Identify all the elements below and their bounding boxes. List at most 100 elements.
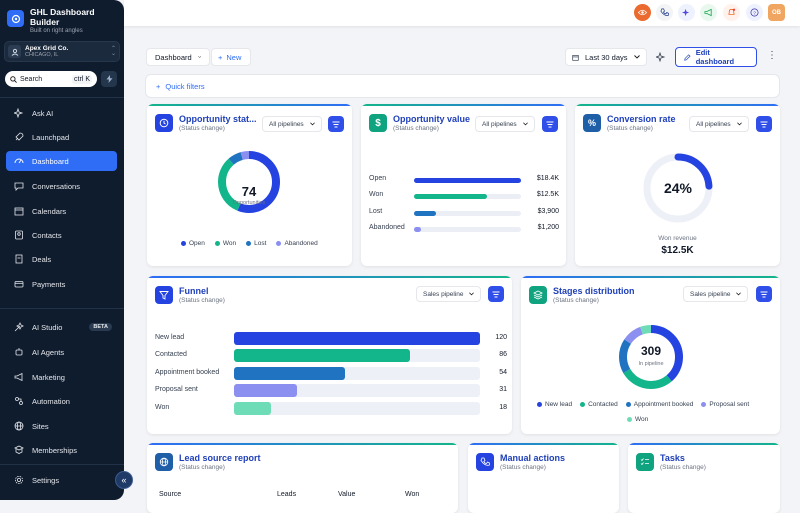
- collapse-sidebar-button[interactable]: «: [115, 471, 133, 489]
- clock-icon: [155, 114, 173, 132]
- svg-text:?: ?: [753, 10, 756, 16]
- pipeline-select[interactable]: Sales pipeline: [416, 286, 482, 302]
- nav-label: Conversations: [32, 181, 80, 191]
- filter-lines-icon: [760, 121, 768, 127]
- quick-filters-bar[interactable]: + Quick filters: [145, 74, 780, 98]
- studio-icon: [14, 322, 24, 332]
- card-icon: [14, 281, 24, 288]
- lead-source-card: Lead source report (Status change): [147, 443, 458, 513]
- card-title: Tasks: [660, 453, 685, 463]
- ai-button[interactable]: [678, 4, 695, 21]
- nav-label: AI Studio: [32, 322, 63, 332]
- chevron-down-icon: [469, 292, 475, 296]
- filter-button[interactable]: [756, 286, 772, 302]
- filter-button[interactable]: [542, 116, 558, 132]
- card-title: Stages distribution: [553, 286, 635, 296]
- filter-lines-icon: [760, 291, 768, 297]
- stages-distribution-card: Stages distribution (Status change) Sale…: [521, 276, 780, 434]
- card-subtitle: (Status change): [179, 464, 225, 471]
- column-header[interactable]: Source: [159, 491, 181, 498]
- chevron-down-icon: [197, 56, 201, 58]
- dashboard-select[interactable]: Dashboard: [146, 48, 210, 66]
- funnel-bar: [234, 402, 271, 415]
- chevron-down-icon: [736, 292, 742, 296]
- nav-ai-agents[interactable]: AI Agents: [6, 342, 117, 362]
- nav-ai-studio[interactable]: AI Studio BETA: [6, 317, 117, 337]
- nav-launchpad[interactable]: Launchpad: [6, 127, 117, 147]
- pipeline-select-label: All pipelines: [482, 120, 517, 128]
- search-input[interactable]: Search ctrl K: [5, 71, 97, 87]
- column-header[interactable]: Leads: [277, 491, 296, 498]
- value-bar: [414, 227, 421, 232]
- edit-dashboard-label: Edit dashboard: [695, 48, 735, 66]
- eye-button[interactable]: [634, 4, 651, 21]
- edit-dashboard-button[interactable]: Edit dashboard: [675, 47, 757, 67]
- column-header[interactable]: Value: [338, 491, 355, 498]
- user-avatar[interactable]: OB: [768, 4, 785, 21]
- pipeline-select[interactable]: All pipelines: [262, 116, 322, 132]
- new-button[interactable]: + New: [211, 48, 251, 66]
- announcements-button[interactable]: [700, 4, 717, 21]
- date-range-select[interactable]: Last 30 days: [565, 48, 647, 66]
- phone-button[interactable]: [656, 4, 673, 21]
- pipeline-select[interactable]: Sales pipeline: [683, 286, 749, 302]
- value-bar-row: Lost $3,900: [369, 208, 559, 216]
- automation-icon: [15, 397, 23, 405]
- nav-sites[interactable]: Sites: [6, 416, 117, 436]
- nav-dashboard[interactable]: Dashboard: [6, 151, 117, 171]
- conversion-rate-value: 24%: [663, 180, 693, 196]
- filter-button[interactable]: [756, 116, 772, 132]
- card-subtitle: (Status change): [179, 297, 225, 304]
- legend-item: Open: [181, 240, 205, 247]
- column-header[interactable]: Won: [405, 491, 419, 498]
- nav-contacts[interactable]: Contacts: [6, 225, 117, 245]
- value-bar-row: Open $18.4K: [369, 175, 559, 183]
- chevron-down-icon: [736, 122, 742, 126]
- notifications-button[interactable]: [723, 4, 740, 21]
- nav-memberships[interactable]: Memberships: [6, 440, 117, 460]
- nav-automation[interactable]: Automation: [6, 391, 117, 411]
- card-subtitle: (Status change): [393, 125, 439, 132]
- nav-marketing[interactable]: Marketing: [6, 367, 117, 387]
- brand-subtitle: Built on right angles: [30, 28, 83, 34]
- filter-button[interactable]: [488, 286, 504, 302]
- chat-icon: [14, 182, 24, 191]
- value-bar: [414, 211, 437, 216]
- calendar-icon: [14, 207, 24, 216]
- help-button[interactable]: ?: [746, 4, 763, 21]
- nav-deals[interactable]: Deals: [6, 249, 117, 269]
- nav-conversations[interactable]: Conversations: [6, 176, 117, 196]
- quick-action-button[interactable]: [101, 71, 117, 87]
- megaphone-icon: [704, 8, 712, 17]
- funnel-row: Won 18: [155, 402, 507, 416]
- nav-settings[interactable]: Settings: [6, 470, 117, 490]
- funnel-row: New lead 120: [155, 332, 507, 346]
- filter-button[interactable]: [328, 116, 344, 132]
- chevron-down-icon: [522, 122, 528, 126]
- value-bar-row: Abandoned $1,200: [369, 224, 559, 232]
- filter-lines-icon: [492, 291, 500, 297]
- ai-insights-button[interactable]: [652, 48, 669, 65]
- tasks-card: Tasks (Status change): [628, 443, 780, 513]
- more-options-icon[interactable]: ⋮: [767, 50, 777, 61]
- won-revenue-label: Won revenue: [658, 235, 697, 242]
- account-switcher[interactable]: Apex Grid Co. CHICAGO, IL ⌃ ⌄: [4, 41, 120, 62]
- nav-label: Marketing: [32, 372, 65, 382]
- deals-icon: [15, 254, 23, 264]
- phone-icon: [476, 453, 494, 471]
- card-title: Manual actions: [500, 453, 566, 463]
- pipeline-select[interactable]: All pipelines: [689, 116, 749, 132]
- funnel-bar: [234, 349, 411, 362]
- funnel-row: Contacted 86: [155, 349, 507, 363]
- pipeline-select[interactable]: All pipelines: [475, 116, 535, 132]
- nav-calendars[interactable]: Calendars: [6, 201, 117, 221]
- nav-payments[interactable]: Payments: [6, 274, 117, 294]
- card-subtitle: (Status change): [179, 125, 225, 132]
- pipeline-select-label: All pipelines: [696, 120, 731, 128]
- agent-icon: [15, 348, 23, 356]
- divider: [0, 97, 124, 98]
- plus-icon: +: [218, 52, 223, 62]
- quick-filters-label: Quick filters: [165, 81, 205, 91]
- nav-ask-ai[interactable]: Ask AI: [6, 103, 117, 123]
- card-title: Conversion rate: [607, 114, 676, 124]
